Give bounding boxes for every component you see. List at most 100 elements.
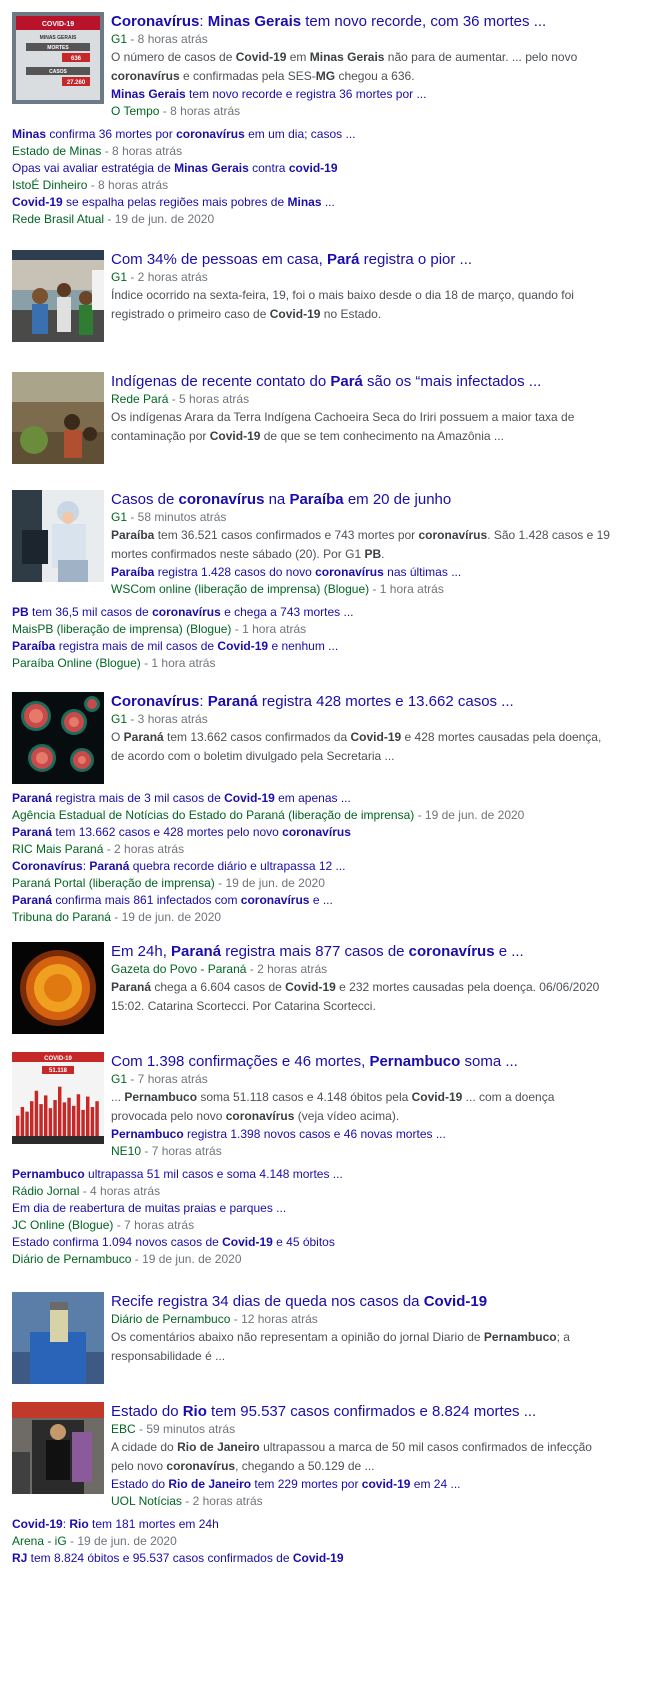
story-thumbnail[interactable]: [12, 1402, 104, 1494]
highlight-term: Covid-19: [12, 1517, 63, 1531]
related-story-source: NE10 - 7 horas atrás: [111, 1143, 611, 1160]
story-headline-link[interactable]: Recife registra 34 dias de queda nos cas…: [111, 1292, 611, 1311]
related-story-link[interactable]: Opas vai avaliar estratégia de Minas Ger…: [12, 161, 338, 175]
related-text: em apenas ...: [274, 791, 351, 805]
chart-bar: [90, 1107, 95, 1136]
related-story-link[interactable]: Coronavírus: Paraná quebra recorde diári…: [12, 859, 346, 873]
related-story-source: Arena - iG - 19 de jun. de 2020: [12, 1533, 612, 1550]
thumb-label: 27.260: [67, 80, 86, 86]
story-thumbnail[interactable]: [12, 250, 104, 342]
highlight-term: MG: [315, 69, 336, 83]
highlight-term: Minas Gerais: [309, 50, 385, 64]
related-text: nas últimas ...: [383, 565, 462, 579]
story-thumbnail[interactable]: [12, 942, 104, 1034]
indigenous-village-photo-icon: [12, 372, 104, 464]
timestamp: - 19 de jun. de 2020: [414, 808, 525, 822]
highlight-term: PB: [12, 605, 29, 619]
related-story-source: JC Online (Blogue) - 7 horas atrás: [12, 1217, 612, 1234]
story-thumbnail[interactable]: [12, 490, 104, 582]
related-text: tem 36,5 mil casos de: [28, 605, 153, 619]
snippet-text: soma 51.118 casos e 4.148 óbitos pela: [197, 1090, 412, 1104]
story-snippet: O Paraná tem 13.662 casos confirmados da…: [111, 728, 611, 766]
story-headline-link[interactable]: Estado do Rio tem 95.537 casos confirmad…: [111, 1402, 611, 1421]
highlight-term: Covid-19: [217, 639, 269, 653]
highlight-term: Rio: [182, 1403, 207, 1420]
related-text: Estado do: [111, 1477, 169, 1491]
related-story-link[interactable]: Estado do Rio de Janeiro tem 229 mortes …: [111, 1477, 461, 1491]
related-story-link[interactable]: RJ tem 8.824 óbitos e 95.537 casos confi…: [12, 1551, 344, 1565]
related-stories-list: Pernambuco ultrapassa 51 mil casos e som…: [12, 1166, 612, 1268]
related-story: Paraná tem 13.662 casos e 428 mortes pel…: [12, 824, 612, 841]
related-story-source: O Tempo - 8 horas atrás: [111, 103, 611, 120]
related-text: ...: [321, 195, 335, 209]
related-story-link[interactable]: Covid-19: Rio tem 181 mortes em 24h: [12, 1517, 219, 1531]
related-story-link[interactable]: Minas confirma 36 mortes por coronavírus…: [12, 127, 356, 141]
timestamp: - 7 horas atrás: [141, 1144, 222, 1158]
timestamp: - 12 horas atrás: [230, 1312, 318, 1326]
timestamp: - 8 horas atrás: [127, 32, 208, 46]
timestamp: - 1 hora atrás: [140, 656, 216, 670]
timestamp: - 7 horas atrás: [127, 1072, 208, 1086]
related-story-link[interactable]: Covid-19 se espalha pelas regiões mais p…: [12, 195, 335, 209]
related-text: registra mais de 3 mil casos de: [52, 791, 225, 805]
headline-text: Em 24h,: [111, 943, 172, 960]
story-headline-link[interactable]: Coronavírus: Minas Gerais tem novo recor…: [111, 12, 611, 31]
source-name: Diário de Pernambuco: [12, 1252, 132, 1266]
related-story: Paraná confirma mais 861 infectados com …: [12, 892, 612, 909]
highlight-term: Pernambuco: [111, 1127, 184, 1141]
source-name: G1: [111, 1072, 128, 1086]
related-story-source: Estado de Minas - 8 horas atrás: [12, 143, 612, 160]
thumb-label: 636: [71, 56, 82, 62]
chart-bar: [20, 1107, 25, 1136]
related-story-link[interactable]: Minas Gerais tem novo recorde e registra…: [111, 87, 426, 101]
related-text: se espalha pelas regiões mais pobres de: [62, 195, 288, 209]
story-headline-link[interactable]: Coronavírus: Paraná registra 428 mortes …: [111, 692, 611, 711]
headline-text: Recife registra 34 dias de queda nos cas…: [111, 1293, 424, 1310]
story-thumbnail[interactable]: [12, 1292, 104, 1384]
story-main: Recife registra 34 dias de queda nos cas…: [111, 1292, 611, 1366]
highlight-term: coronavírus: [178, 491, 265, 508]
story-headline-link[interactable]: Indígenas de recente contato do Pará são…: [111, 372, 611, 391]
source-name: Tribuna do Paraná: [12, 910, 111, 924]
story-headline-link[interactable]: Com 34% de pessoas em casa, Pará registr…: [111, 250, 611, 269]
related-story-link[interactable]: Estado confirma 1.094 novos casos de Cov…: [12, 1235, 335, 1249]
highlight-term: Pará: [326, 251, 360, 268]
highlight-term: Minas Gerais: [174, 161, 249, 175]
timestamp: - 19 de jun. de 2020: [214, 876, 325, 890]
source-name: IstoÉ Dinheiro: [12, 178, 88, 192]
related-story-link[interactable]: Paraná registra mais de 3 mil casos de C…: [12, 791, 351, 805]
related-story-link[interactable]: Pernambuco registra 1.398 novos casos e …: [111, 1127, 446, 1141]
highlight-term: Minas Gerais: [111, 87, 186, 101]
headline-text: em 20 de junho: [343, 491, 452, 508]
story-main: Com 1.398 confirmações e 46 mortes, Pern…: [111, 1052, 611, 1160]
related-stories-list: Covid-19: Rio tem 181 mortes em 24h Arena…: [12, 1516, 612, 1567]
source-name: Rádio Jornal: [12, 1184, 80, 1198]
thumb-label: MORTES: [47, 45, 69, 51]
story-headline-link[interactable]: Em 24h, Paraná registra mais 877 casos d…: [111, 942, 611, 961]
story-thumbnail[interactable]: [12, 372, 104, 464]
story-thumbnail[interactable]: COVID-19 MINAS GERAIS MORTES 636 CASOS 27.260: [12, 12, 104, 104]
story-thumbnail[interactable]: COVID-19 51.118: [12, 1052, 104, 1144]
chart-bar: [95, 1101, 99, 1136]
related-story: Covid-19 se espalha pelas regiões mais p…: [12, 194, 612, 211]
related-text: registra 1.428 casos do novo: [154, 565, 316, 579]
source-name: G1: [111, 32, 128, 46]
related-story-link[interactable]: Paraná confirma mais 861 infectados com …: [12, 893, 333, 907]
story-thumbnail[interactable]: [12, 692, 104, 784]
chart-bar: [25, 1111, 29, 1136]
related-story-link[interactable]: PB tem 36,5 mil casos de coronavírus e c…: [12, 605, 354, 619]
related-text: tem 229 mortes por: [251, 1477, 362, 1491]
story-headline-link[interactable]: Com 1.398 confirmações e 46 mortes, Pern…: [111, 1052, 611, 1071]
highlight-term: coronavírus: [282, 825, 351, 839]
related-story-link[interactable]: Em dia de reabertura de muitas praias e …: [12, 1201, 286, 1215]
timestamp: - 19 de jun. de 2020: [110, 910, 222, 924]
related-story-link[interactable]: Paraíba registra 1.428 casos do novo cor…: [111, 565, 461, 579]
related-story-link[interactable]: Pernambuco ultrapassa 51 mil casos e som…: [12, 1167, 343, 1181]
snippet-text: Os comentários abaixo não representam a …: [111, 1330, 484, 1344]
highlight-term: Paraná: [207, 693, 258, 710]
related-story-link[interactable]: Paraíba registra mais de mil casos de Co…: [12, 639, 338, 653]
headline-text: Com 1.398 confirmações e 46 mortes,: [111, 1053, 370, 1070]
highlight-term: Paraíba: [111, 528, 155, 542]
story-headline-link[interactable]: Casos de coronavírus na Paraíba em 20 de…: [111, 490, 611, 509]
related-story-link[interactable]: Paraná tem 13.662 casos e 428 mortes pel…: [12, 825, 351, 839]
